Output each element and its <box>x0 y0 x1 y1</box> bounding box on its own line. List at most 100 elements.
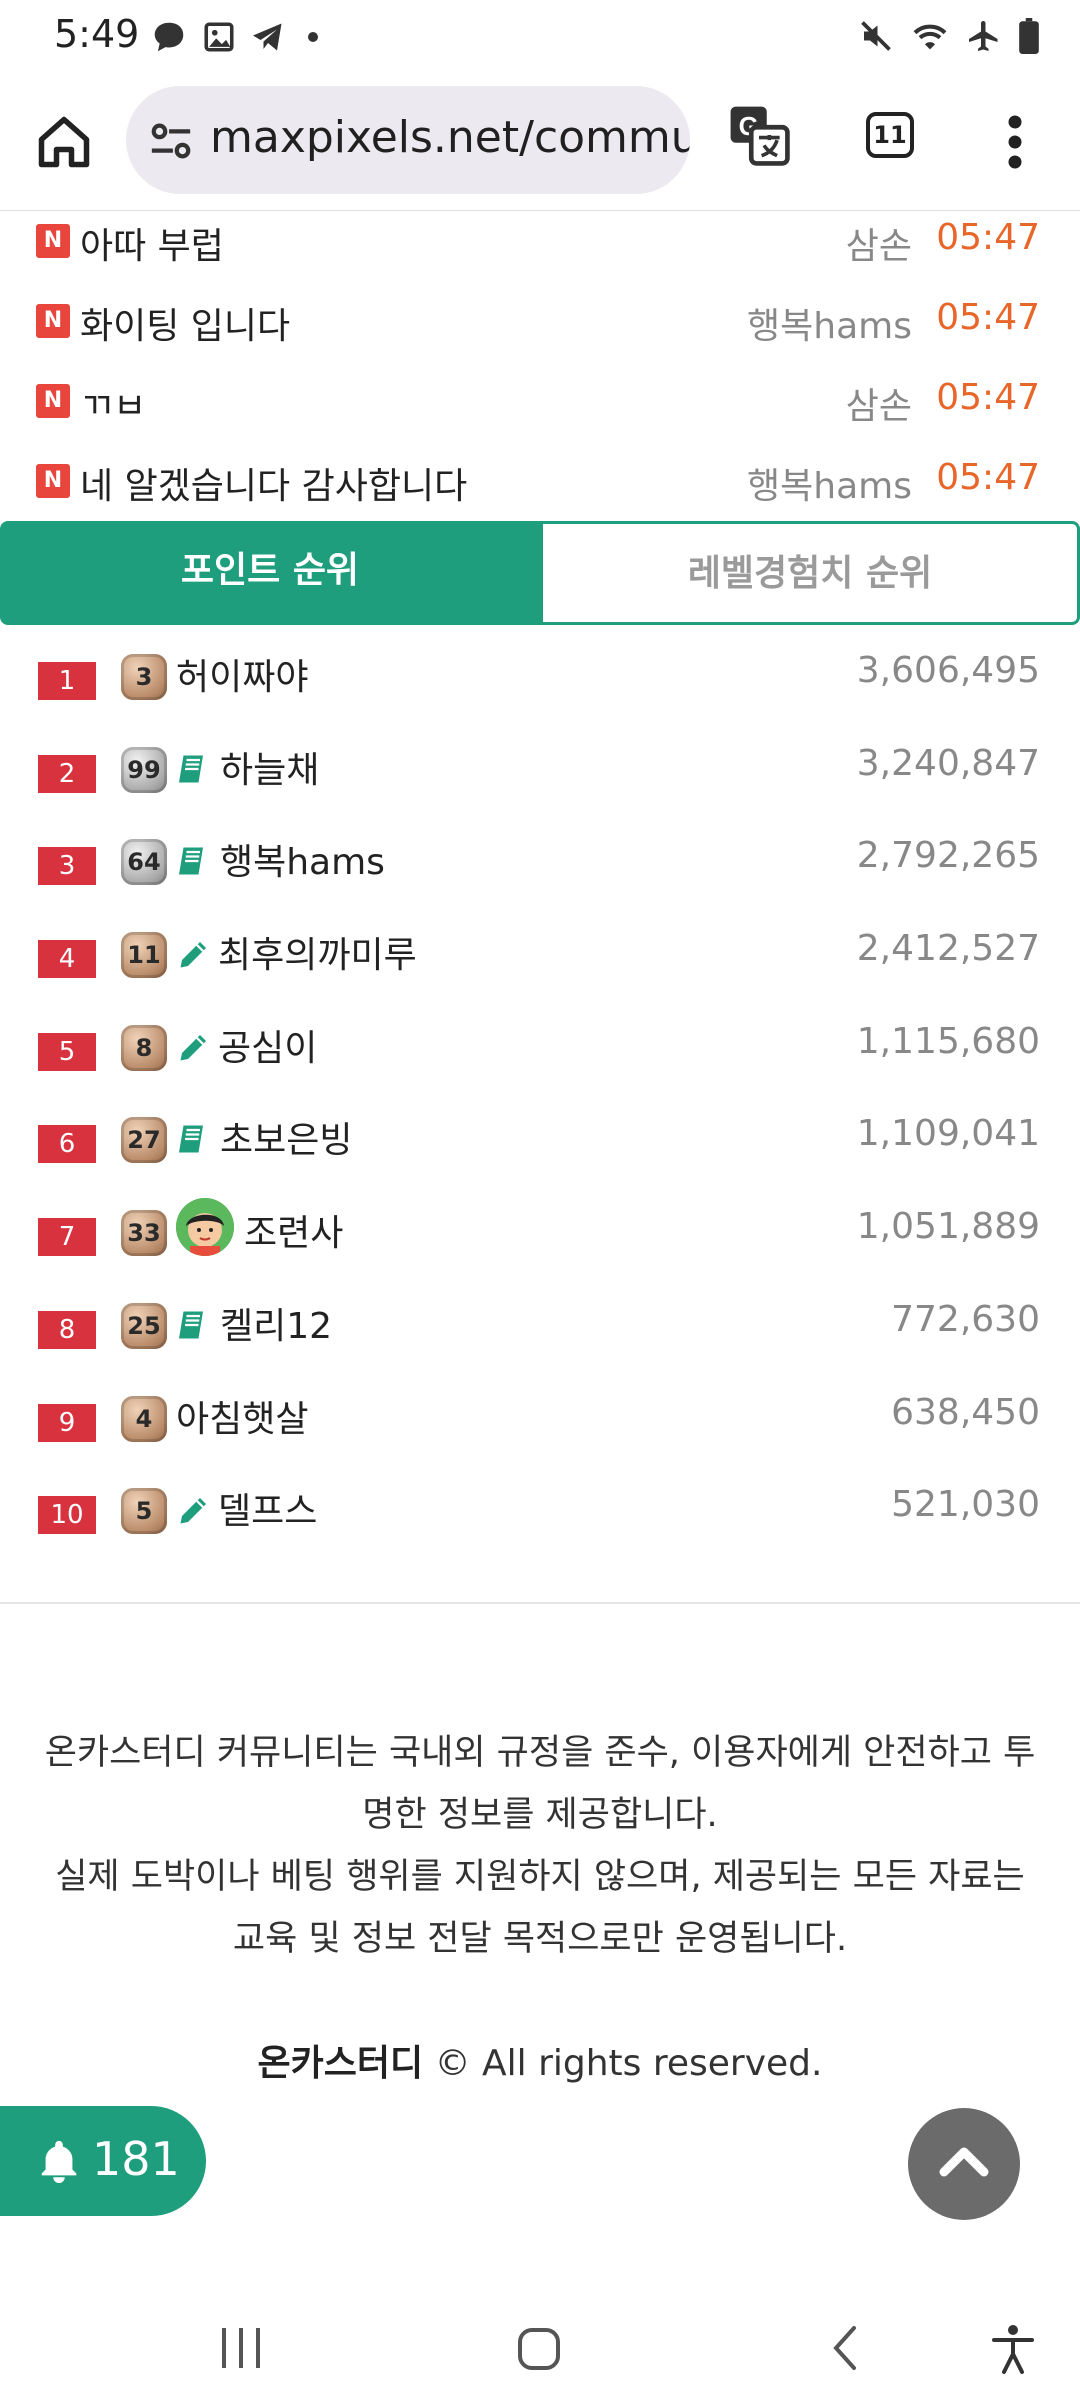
chevron-up-icon <box>939 2147 989 2177</box>
post-time: 05:47 <box>936 297 1040 338</box>
user-points: 638,450 <box>891 1391 1040 1433</box>
user-points: 1,115,680 <box>856 1020 1040 1062</box>
tab-point-ranking[interactable]: 포인트 순위 <box>0 521 540 625</box>
post-time: 05:47 <box>936 377 1040 418</box>
more-menu-icon[interactable] <box>1000 112 1030 172</box>
table-row[interactable]: 2 99 하늘채 3,240,847 <box>0 721 1080 814</box>
new-badge: N <box>36 304 70 338</box>
user-name[interactable]: 행복hams <box>220 833 385 885</box>
table-row[interactable]: 5 8 공심이 1,115,680 <box>0 999 1080 1092</box>
user-name[interactable]: 켈리12 <box>220 1297 332 1349</box>
user-name[interactable]: 최후의까미루 <box>218 926 417 978</box>
post-title[interactable]: 네 알겠습니다 감사합니다 <box>80 457 467 509</box>
tab-level-ranking[interactable]: 레벨경험치 순위 <box>540 521 1080 625</box>
image-icon <box>204 22 234 52</box>
accessibility-icon[interactable] <box>988 2320 1038 2376</box>
level-badge: 27 <box>121 1117 167 1164</box>
level-badge: 4 <box>121 1395 167 1442</box>
url-text[interactable]: maxpixels.net/community <box>210 112 690 163</box>
table-row[interactable]: 6 27 초보은빙 1,109,041 <box>0 1091 1080 1184</box>
bell-icon <box>41 2140 77 2183</box>
copyright-text: © All rights reserved. <box>434 2043 823 2084</box>
post-author: 행복hams <box>747 306 912 347</box>
rank-number: 2 <box>38 754 96 793</box>
level-badge: 25 <box>121 1302 167 1349</box>
back-icon[interactable] <box>822 2320 872 2376</box>
tabs-icon[interactable]: 11 <box>866 112 914 158</box>
book-icon <box>179 847 203 875</box>
user-points: 3,606,495 <box>856 650 1040 691</box>
rank-number: 7 <box>38 1218 96 1257</box>
level-badge: 5 <box>121 1488 167 1535</box>
site-info-icon[interactable] <box>148 118 194 164</box>
address-bar[interactable]: maxpixels.net/community <box>126 86 690 194</box>
level-badge: 11 <box>121 932 167 979</box>
pencil-icon <box>180 1498 206 1524</box>
copyright: 온카스터디 © All rights reserved. <box>0 2034 1080 2086</box>
rank-number: 1 <box>38 662 96 700</box>
telegram-icon <box>253 23 282 51</box>
level-badge: 8 <box>121 1024 167 1071</box>
user-name[interactable]: 허이짜야 <box>176 648 308 700</box>
level-badge: 33 <box>121 1210 167 1257</box>
user-name[interactable]: 공심이 <box>218 1019 317 1071</box>
user-name[interactable]: 아침햇살 <box>176 1390 308 1442</box>
pencil-icon <box>180 942 206 968</box>
user-name[interactable]: 초보은빙 <box>220 1111 352 1163</box>
level-badge: 3 <box>121 654 167 700</box>
book-icon <box>179 1125 203 1153</box>
book-icon <box>179 755 203 783</box>
rank-number: 4 <box>38 940 96 979</box>
table-row[interactable]: 7 33 조련사 1,051,889 <box>0 1184 1080 1277</box>
list-item[interactable]: N 네 알겠습니다 감사합니다 행복hams 05:47 <box>0 440 1080 520</box>
book-icon <box>179 1311 203 1339</box>
user-points: 3,240,847 <box>856 742 1040 784</box>
rank-number: 3 <box>38 847 96 886</box>
home-nav-icon[interactable] <box>512 2320 568 2376</box>
ranking-list: 1 3 허이짜야 3,606,495 2 99 하늘채 3,240,847 3 … <box>0 628 1080 1555</box>
user-name[interactable]: 델프스 <box>218 1482 317 1534</box>
list-item[interactable]: N 화이팅 입니다 행복hams 05:47 <box>0 280 1080 360</box>
battery-icon <box>1019 18 1039 54</box>
notification-dot <box>308 32 318 42</box>
rank-number: 10 <box>38 1496 96 1535</box>
status-time: 5:49 <box>54 12 140 56</box>
user-name[interactable]: 조련사 <box>244 1204 343 1256</box>
table-row[interactable]: 9 4 아침햇살 638,450 <box>0 1370 1080 1463</box>
table-row[interactable]: 1 3 허이짜야 3,606,495 <box>0 628 1080 721</box>
table-row[interactable]: 10 5 델프스 521,030 <box>0 1462 1080 1555</box>
level-badge: 64 <box>121 839 167 886</box>
user-points: 1,109,041 <box>856 1113 1040 1155</box>
new-badge: N <box>36 384 70 418</box>
list-item[interactable]: N ㄲㅂ 삼손 05:47 <box>0 360 1080 440</box>
list-item[interactable]: N 아따 부럽 삼손 05:47 <box>0 200 1080 280</box>
status-bar: 5:49 <box>0 0 1080 76</box>
post-title[interactable]: 화이팅 입니다 <box>80 297 290 349</box>
new-badge: N <box>36 224 70 258</box>
recent-apps-icon[interactable] <box>216 2320 266 2376</box>
pencil-icon <box>180 1034 206 1061</box>
table-row[interactable]: 3 64 행복hams 2,792,265 <box>0 813 1080 906</box>
home-icon[interactable] <box>34 112 94 172</box>
rank-number: 5 <box>38 1032 96 1071</box>
section-divider <box>0 1602 1080 1604</box>
footer-line-1: 온카스터디 커뮤니티는 국내외 규정을 준수, 이용자에게 안전하고 투명한 정… <box>44 1733 1036 1835</box>
post-author: 행복hams <box>747 466 912 507</box>
scroll-to-top-button[interactable] <box>908 2108 1020 2220</box>
recent-posts-list: N 아따 부럽 삼손 05:47 N 화이팅 입니다 행복hams 05:47 … <box>0 210 1080 520</box>
wifi-icon <box>913 24 947 50</box>
post-title[interactable]: ㄲㅂ <box>80 377 146 429</box>
post-time: 05:47 <box>936 217 1040 258</box>
mute-icon <box>861 21 891 51</box>
post-title[interactable]: 아따 부럽 <box>80 217 224 269</box>
translate-icon[interactable]: G <box>728 104 790 166</box>
notification-button[interactable]: 181 <box>0 2106 206 2216</box>
user-name[interactable]: 하늘채 <box>220 741 319 793</box>
user-points: 521,030 <box>891 1484 1040 1526</box>
avatar <box>176 1198 234 1257</box>
table-row[interactable]: 4 11 최후의까미루 2,412,527 <box>0 906 1080 999</box>
footer-disclaimer: 온카스터디 커뮤니티는 국내외 규정을 준수, 이용자에게 안전하고 투명한 정… <box>40 1722 1040 1970</box>
table-row[interactable]: 8 25 켈리12 772,630 <box>0 1277 1080 1370</box>
footer-line-2: 실제 도박이나 베팅 행위를 지원하지 않으며, 제공되는 모든 자료는 교육 … <box>55 1857 1025 1959</box>
post-author: 삼손 <box>845 226 912 267</box>
